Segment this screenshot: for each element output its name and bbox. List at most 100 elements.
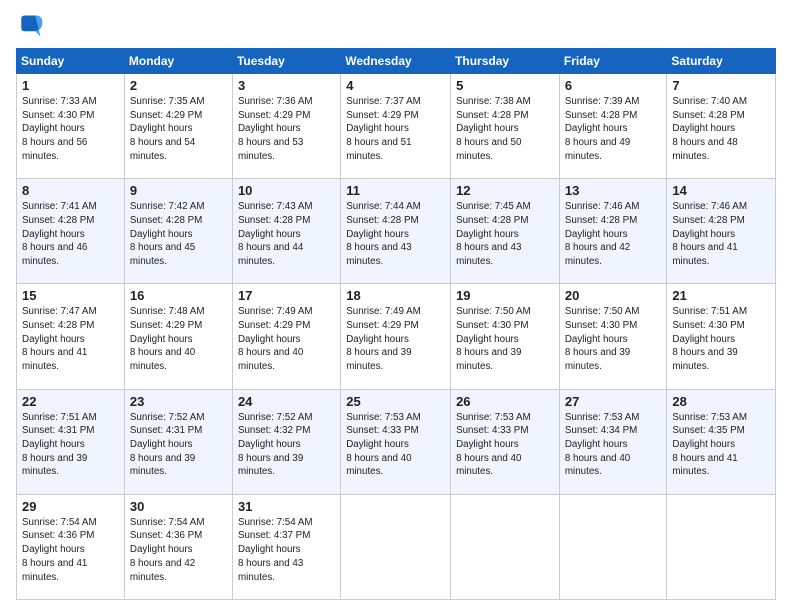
calendar-week-row: 22 Sunrise: 7:51 AM Sunset: 4:31 PM Dayl… [17, 389, 776, 494]
day-number: 27 [565, 394, 662, 409]
day-number: 15 [22, 288, 119, 303]
logo [16, 12, 48, 40]
weekday-header: Monday [124, 49, 232, 74]
header-row: SundayMondayTuesdayWednesdayThursdayFrid… [17, 49, 776, 74]
calendar-table: SundayMondayTuesdayWednesdayThursdayFrid… [16, 48, 776, 600]
day-info: Sunrise: 7:51 AM Sunset: 4:30 PM Dayligh… [672, 305, 770, 374]
calendar-day-cell: 1 Sunrise: 7:33 AM Sunset: 4:30 PM Dayli… [17, 74, 125, 179]
day-number: 1 [22, 78, 119, 93]
day-number: 24 [238, 394, 335, 409]
day-info: Sunrise: 7:44 AM Sunset: 4:28 PM Dayligh… [346, 200, 445, 269]
calendar-day-cell [667, 494, 776, 599]
calendar-day-cell: 10 Sunrise: 7:43 AM Sunset: 4:28 PM Dayl… [232, 179, 340, 284]
day-info: Sunrise: 7:43 AM Sunset: 4:28 PM Dayligh… [238, 200, 335, 269]
day-info: Sunrise: 7:53 AM Sunset: 4:34 PM Dayligh… [565, 411, 662, 480]
calendar-day-cell: 17 Sunrise: 7:49 AM Sunset: 4:29 PM Dayl… [232, 284, 340, 389]
calendar-day-cell: 25 Sunrise: 7:53 AM Sunset: 4:33 PM Dayl… [341, 389, 451, 494]
calendar-day-cell: 29 Sunrise: 7:54 AM Sunset: 4:36 PM Dayl… [17, 494, 125, 599]
calendar-day-cell: 30 Sunrise: 7:54 AM Sunset: 4:36 PM Dayl… [124, 494, 232, 599]
day-number: 8 [22, 183, 119, 198]
day-number: 20 [565, 288, 662, 303]
day-number: 18 [346, 288, 445, 303]
header [16, 12, 776, 40]
calendar-day-cell: 7 Sunrise: 7:40 AM Sunset: 4:28 PM Dayli… [667, 74, 776, 179]
day-number: 19 [456, 288, 554, 303]
calendar-day-cell: 27 Sunrise: 7:53 AM Sunset: 4:34 PM Dayl… [559, 389, 667, 494]
day-info: Sunrise: 7:45 AM Sunset: 4:28 PM Dayligh… [456, 200, 554, 269]
day-info: Sunrise: 7:48 AM Sunset: 4:29 PM Dayligh… [130, 305, 227, 374]
day-number: 4 [346, 78, 445, 93]
calendar-day-cell [341, 494, 451, 599]
day-number: 17 [238, 288, 335, 303]
calendar-day-cell: 8 Sunrise: 7:41 AM Sunset: 4:28 PM Dayli… [17, 179, 125, 284]
calendar-day-cell [451, 494, 560, 599]
day-info: Sunrise: 7:52 AM Sunset: 4:32 PM Dayligh… [238, 411, 335, 480]
day-number: 7 [672, 78, 770, 93]
day-info: Sunrise: 7:46 AM Sunset: 4:28 PM Dayligh… [565, 200, 662, 269]
day-number: 9 [130, 183, 227, 198]
day-info: Sunrise: 7:54 AM Sunset: 4:36 PM Dayligh… [22, 516, 119, 585]
day-number: 11 [346, 183, 445, 198]
day-info: Sunrise: 7:36 AM Sunset: 4:29 PM Dayligh… [238, 95, 335, 164]
calendar-week-row: 15 Sunrise: 7:47 AM Sunset: 4:28 PM Dayl… [17, 284, 776, 389]
calendar-day-cell: 22 Sunrise: 7:51 AM Sunset: 4:31 PM Dayl… [17, 389, 125, 494]
day-number: 28 [672, 394, 770, 409]
day-info: Sunrise: 7:41 AM Sunset: 4:28 PM Dayligh… [22, 200, 119, 269]
calendar-day-cell: 14 Sunrise: 7:46 AM Sunset: 4:28 PM Dayl… [667, 179, 776, 284]
day-info: Sunrise: 7:50 AM Sunset: 4:30 PM Dayligh… [565, 305, 662, 374]
calendar-day-cell: 2 Sunrise: 7:35 AM Sunset: 4:29 PM Dayli… [124, 74, 232, 179]
day-info: Sunrise: 7:51 AM Sunset: 4:31 PM Dayligh… [22, 411, 119, 480]
day-info: Sunrise: 7:35 AM Sunset: 4:29 PM Dayligh… [130, 95, 227, 164]
calendar-day-cell: 5 Sunrise: 7:38 AM Sunset: 4:28 PM Dayli… [451, 74, 560, 179]
day-number: 23 [130, 394, 227, 409]
day-number: 31 [238, 499, 335, 514]
day-number: 6 [565, 78, 662, 93]
logo-icon [16, 12, 44, 40]
day-number: 5 [456, 78, 554, 93]
calendar-day-cell: 16 Sunrise: 7:48 AM Sunset: 4:29 PM Dayl… [124, 284, 232, 389]
day-info: Sunrise: 7:47 AM Sunset: 4:28 PM Dayligh… [22, 305, 119, 374]
weekday-header: Friday [559, 49, 667, 74]
calendar-day-cell: 6 Sunrise: 7:39 AM Sunset: 4:28 PM Dayli… [559, 74, 667, 179]
calendar-day-cell: 12 Sunrise: 7:45 AM Sunset: 4:28 PM Dayl… [451, 179, 560, 284]
day-number: 26 [456, 394, 554, 409]
day-info: Sunrise: 7:53 AM Sunset: 4:33 PM Dayligh… [456, 411, 554, 480]
calendar-day-cell: 19 Sunrise: 7:50 AM Sunset: 4:30 PM Dayl… [451, 284, 560, 389]
calendar-day-cell: 13 Sunrise: 7:46 AM Sunset: 4:28 PM Dayl… [559, 179, 667, 284]
calendar-day-cell: 24 Sunrise: 7:52 AM Sunset: 4:32 PM Dayl… [232, 389, 340, 494]
day-info: Sunrise: 7:42 AM Sunset: 4:28 PM Dayligh… [130, 200, 227, 269]
calendar-week-row: 8 Sunrise: 7:41 AM Sunset: 4:28 PM Dayli… [17, 179, 776, 284]
day-info: Sunrise: 7:37 AM Sunset: 4:29 PM Dayligh… [346, 95, 445, 164]
calendar-day-cell: 11 Sunrise: 7:44 AM Sunset: 4:28 PM Dayl… [341, 179, 451, 284]
calendar-week-row: 1 Sunrise: 7:33 AM Sunset: 4:30 PM Dayli… [17, 74, 776, 179]
day-number: 30 [130, 499, 227, 514]
day-info: Sunrise: 7:50 AM Sunset: 4:30 PM Dayligh… [456, 305, 554, 374]
day-number: 25 [346, 394, 445, 409]
calendar-day-cell: 4 Sunrise: 7:37 AM Sunset: 4:29 PM Dayli… [341, 74, 451, 179]
calendar-day-cell: 15 Sunrise: 7:47 AM Sunset: 4:28 PM Dayl… [17, 284, 125, 389]
day-info: Sunrise: 7:40 AM Sunset: 4:28 PM Dayligh… [672, 95, 770, 164]
calendar-day-cell [559, 494, 667, 599]
calendar-day-cell: 18 Sunrise: 7:49 AM Sunset: 4:29 PM Dayl… [341, 284, 451, 389]
day-info: Sunrise: 7:33 AM Sunset: 4:30 PM Dayligh… [22, 95, 119, 164]
weekday-header: Wednesday [341, 49, 451, 74]
day-number: 14 [672, 183, 770, 198]
calendar-day-cell: 23 Sunrise: 7:52 AM Sunset: 4:31 PM Dayl… [124, 389, 232, 494]
day-info: Sunrise: 7:52 AM Sunset: 4:31 PM Dayligh… [130, 411, 227, 480]
weekday-header: Tuesday [232, 49, 340, 74]
day-number: 13 [565, 183, 662, 198]
calendar-day-cell: 20 Sunrise: 7:50 AM Sunset: 4:30 PM Dayl… [559, 284, 667, 389]
calendar-day-cell: 3 Sunrise: 7:36 AM Sunset: 4:29 PM Dayli… [232, 74, 340, 179]
day-number: 2 [130, 78, 227, 93]
calendar-day-cell: 28 Sunrise: 7:53 AM Sunset: 4:35 PM Dayl… [667, 389, 776, 494]
day-number: 12 [456, 183, 554, 198]
day-number: 16 [130, 288, 227, 303]
calendar-week-row: 29 Sunrise: 7:54 AM Sunset: 4:36 PM Dayl… [17, 494, 776, 599]
day-number: 29 [22, 499, 119, 514]
day-info: Sunrise: 7:49 AM Sunset: 4:29 PM Dayligh… [346, 305, 445, 374]
page: SundayMondayTuesdayWednesdayThursdayFrid… [0, 0, 792, 612]
weekday-header: Saturday [667, 49, 776, 74]
calendar-day-cell: 31 Sunrise: 7:54 AM Sunset: 4:37 PM Dayl… [232, 494, 340, 599]
day-info: Sunrise: 7:39 AM Sunset: 4:28 PM Dayligh… [565, 95, 662, 164]
day-number: 22 [22, 394, 119, 409]
